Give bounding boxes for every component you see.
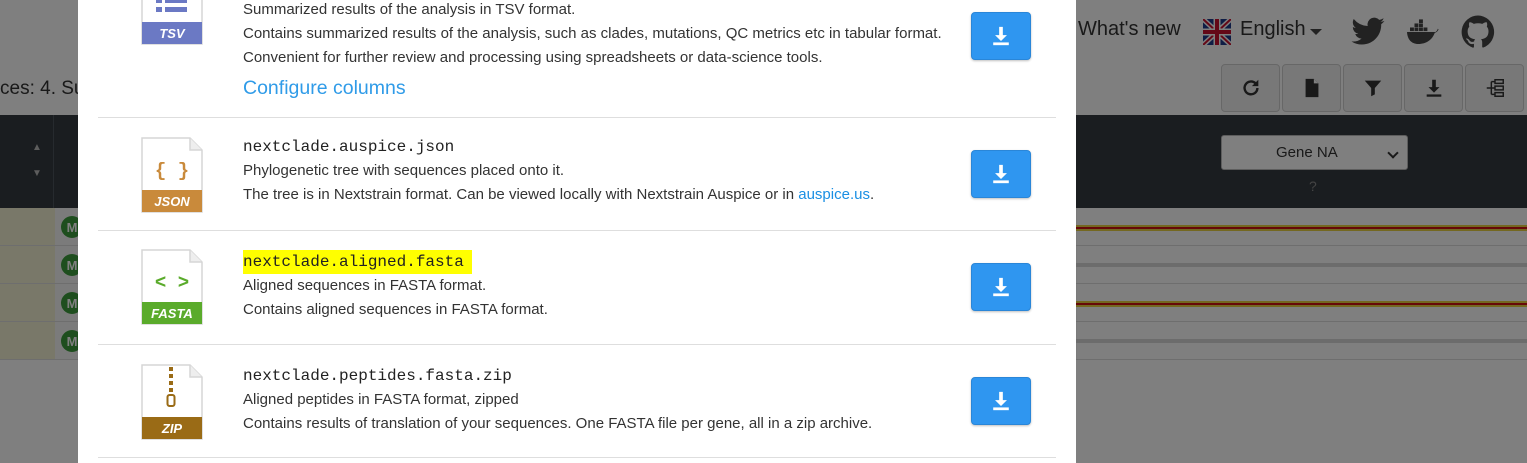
export-item-info: nextclade.aligned.fasta Aligned sequence…	[243, 250, 943, 322]
export-item-desc: Aligned peptides in FASTA format, zipped	[243, 391, 519, 408]
export-item-tsv: TSV Summarized results of the analysis i…	[98, 0, 1056, 118]
fasta-file-icon: < > FASTA	[141, 249, 203, 325]
export-item-details: Contains summarized results of the analy…	[243, 25, 942, 66]
export-item-json: { } JSON nextclade.auspice.json Phylogen…	[98, 118, 1056, 231]
export-item-info: nextclade.peptides.fasta.zip Aligned pep…	[243, 364, 943, 436]
export-item-desc: Aligned sequences in FASTA format.	[243, 277, 487, 294]
download-json-button[interactable]	[971, 150, 1031, 198]
export-item-desc: Summarized results of the analysis in TS…	[243, 1, 576, 18]
download-tsv-button[interactable]	[971, 12, 1031, 60]
file-type-badge: TSV	[159, 26, 186, 41]
download-fasta-button[interactable]	[971, 263, 1031, 311]
download-zip-button[interactable]	[971, 377, 1031, 425]
export-item-fasta: < > FASTA nextclade.aligned.fasta Aligne…	[98, 231, 1056, 345]
code-glyph: < >	[155, 272, 189, 294]
export-item-details: Contains aligned sequences in FASTA form…	[243, 301, 548, 318]
download-icon	[993, 164, 1009, 184]
json-file-icon: { } JSON	[141, 137, 203, 213]
export-filename: nextclade.auspice.json	[243, 138, 455, 156]
configure-columns-link[interactable]: Configure columns	[243, 77, 406, 100]
zip-file-icon: ZIP	[141, 364, 203, 440]
export-item-details: Contains results of translation of your …	[243, 415, 873, 432]
export-filename-highlighted: nextclade.aligned.fasta	[243, 250, 472, 274]
export-item-info: nextclade.auspice.json Phylogenetic tree…	[243, 135, 943, 207]
export-item-details: The tree is in Nextstrain format. Can be…	[243, 183, 943, 207]
export-dialog: TSV Summarized results of the analysis i…	[78, 0, 1076, 463]
export-item-desc: Phylogenetic tree with sequences placed …	[243, 162, 565, 179]
auspice-us-link[interactable]: auspice.us	[798, 186, 870, 203]
export-item-info: Summarized results of the analysis in TS…	[243, 0, 943, 100]
file-type-badge: ZIP	[161, 421, 183, 436]
export-item-details-text: The tree is in Nextstrain format. Can be…	[243, 186, 795, 203]
file-type-badge: FASTA	[151, 306, 193, 321]
tsv-file-icon: TSV	[141, 0, 203, 45]
download-icon	[993, 26, 1009, 46]
export-file-list: TSV Summarized results of the analysis i…	[98, 0, 1056, 458]
export-filename: nextclade.peptides.fasta.zip	[243, 367, 512, 385]
file-type-badge: JSON	[154, 194, 190, 209]
export-item-zip: ZIP nextclade.peptides.fasta.zip Aligned…	[98, 345, 1056, 458]
json-glyph: { }	[155, 160, 189, 182]
download-icon	[993, 391, 1009, 411]
details-tail: .	[869, 186, 875, 203]
download-icon	[993, 277, 1009, 297]
